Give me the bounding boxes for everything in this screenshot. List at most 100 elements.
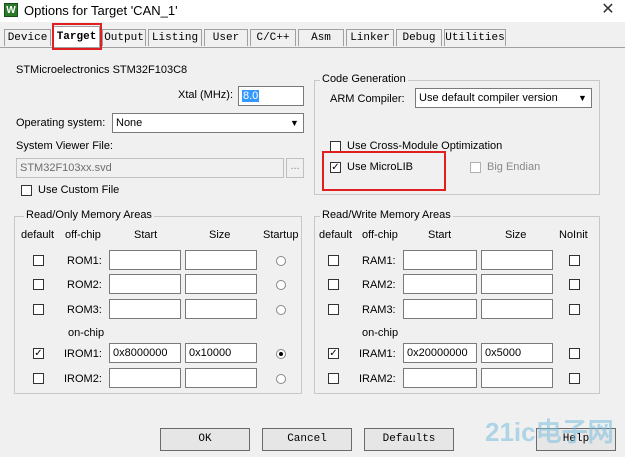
iram2-label: IRAM2: bbox=[359, 373, 396, 385]
irom1-label: IROM1: bbox=[64, 348, 102, 360]
ram2-default-checkbox[interactable] bbox=[328, 279, 339, 290]
ram3-size-input[interactable] bbox=[481, 299, 553, 319]
ro-header-start: Start bbox=[134, 229, 158, 241]
iram2-start-input[interactable] bbox=[403, 368, 477, 388]
svf-input[interactable]: STM32F103xx.svd bbox=[16, 158, 284, 178]
xtal-value: 8.0 bbox=[242, 90, 260, 102]
irom2-start-input[interactable] bbox=[109, 368, 181, 388]
iram1-default-checkbox[interactable]: ✓ bbox=[328, 348, 339, 359]
ro-onchip-label: on-chip bbox=[68, 327, 105, 339]
ok-button[interactable]: OK bbox=[160, 428, 250, 451]
rom2-start-input[interactable] bbox=[109, 274, 181, 294]
cancel-button[interactable]: Cancel bbox=[262, 428, 352, 451]
iram1-noinit-checkbox[interactable] bbox=[569, 348, 580, 359]
tab-output[interactable]: Output bbox=[102, 29, 146, 46]
iram1-size-input[interactable]: 0x5000 bbox=[481, 343, 553, 363]
rom3-label: ROM3: bbox=[67, 304, 102, 316]
big-endian-label: Big Endian bbox=[487, 161, 541, 173]
ram1-start-input[interactable] bbox=[403, 250, 477, 270]
custom-file-checkbox[interactable] bbox=[21, 185, 32, 196]
ram1-size-input[interactable] bbox=[481, 250, 553, 270]
xtal-label: Xtal (MHz): bbox=[178, 89, 233, 101]
ram3-default-checkbox[interactable] bbox=[328, 304, 339, 315]
ram3-start-input[interactable] bbox=[403, 299, 477, 319]
ram1-label: RAM1: bbox=[362, 255, 396, 267]
rom1-label: ROM1: bbox=[67, 255, 102, 267]
tab-c-cpp[interactable]: C/C++ bbox=[250, 29, 296, 46]
rw-header-noinit: NoInit bbox=[559, 229, 588, 241]
ram3-label: RAM3: bbox=[362, 304, 396, 316]
irom1-startup-radio[interactable] bbox=[276, 349, 286, 359]
ram2-start-input[interactable] bbox=[403, 274, 477, 294]
tab-device[interactable]: Device bbox=[4, 29, 51, 46]
ram1-noinit-checkbox[interactable] bbox=[569, 255, 580, 266]
irom1-start-input[interactable]: 0x8000000 bbox=[109, 343, 181, 363]
iram1-label: IRAM1: bbox=[359, 348, 396, 360]
device-name: STMicroelectronics STM32F103C8 bbox=[16, 64, 188, 76]
os-select[interactable]: None ▼ bbox=[112, 113, 304, 133]
close-icon[interactable]: ✕ bbox=[596, 0, 620, 20]
ram2-noinit-checkbox[interactable] bbox=[569, 279, 580, 290]
title-bar: W Options for Target 'CAN_1' ✕ bbox=[0, 0, 625, 22]
rom3-default-checkbox[interactable] bbox=[33, 304, 44, 315]
iram1-start-input[interactable]: 0x20000000 bbox=[403, 343, 477, 363]
microlib-highlight bbox=[322, 151, 446, 191]
rom2-startup-radio[interactable] bbox=[276, 280, 286, 290]
tab-utilities[interactable]: Utilities bbox=[444, 29, 506, 46]
app-icon: W bbox=[4, 3, 18, 17]
chevron-down-icon: ▼ bbox=[290, 118, 299, 128]
ram1-default-checkbox[interactable] bbox=[328, 255, 339, 266]
code-generation-title: Code Generation bbox=[320, 73, 408, 85]
tab-linker[interactable]: Linker bbox=[346, 29, 394, 46]
tab-asm[interactable]: Asm bbox=[298, 29, 344, 46]
os-label: Operating system: bbox=[16, 117, 106, 129]
os-value: None bbox=[116, 117, 143, 129]
rw-header-default: default bbox=[319, 229, 353, 241]
rw-header-size: Size bbox=[505, 229, 527, 241]
iram2-default-checkbox[interactable] bbox=[328, 373, 339, 384]
rom1-size-input[interactable] bbox=[185, 250, 257, 270]
ro-header-startup: Startup bbox=[263, 229, 299, 241]
rom2-label: ROM2: bbox=[67, 279, 102, 291]
rw-onchip-label: on-chip bbox=[362, 327, 399, 339]
irom1-default-checkbox[interactable]: ✓ bbox=[33, 348, 44, 359]
watermark-logo: 21ic电子网 bbox=[485, 417, 614, 447]
irom2-label: IROM2: bbox=[64, 373, 102, 385]
compiler-value: Use default compiler version bbox=[419, 92, 558, 104]
rom3-size-input[interactable] bbox=[185, 299, 257, 319]
tab-debug[interactable]: Debug bbox=[396, 29, 442, 46]
tab-user[interactable]: User bbox=[204, 29, 248, 46]
ro-header-offchip: off-chip bbox=[65, 229, 101, 241]
rom3-start-input[interactable] bbox=[109, 299, 181, 319]
iram2-size-input[interactable] bbox=[481, 368, 553, 388]
big-endian-checkbox[interactable] bbox=[470, 162, 481, 173]
rom1-default-checkbox[interactable] bbox=[33, 255, 44, 266]
ram2-size-input[interactable] bbox=[481, 274, 553, 294]
compiler-label: ARM Compiler: bbox=[330, 93, 405, 105]
irom2-size-input[interactable] bbox=[185, 368, 257, 388]
irom2-default-checkbox[interactable] bbox=[33, 373, 44, 384]
defaults-button[interactable]: Defaults bbox=[364, 428, 454, 451]
ro-memory-title: Read/Only Memory Areas bbox=[24, 209, 154, 221]
irom2-startup-radio[interactable] bbox=[276, 374, 286, 384]
target-tab-highlight bbox=[52, 23, 102, 50]
ro-header-size: Size bbox=[209, 229, 231, 241]
rw-memory-title: Read/Write Memory Areas bbox=[320, 209, 453, 221]
rom1-start-input[interactable] bbox=[109, 250, 181, 270]
browse-button[interactable]: ... bbox=[286, 158, 304, 178]
custom-file-label: Use Custom File bbox=[38, 184, 120, 196]
rom2-default-checkbox[interactable] bbox=[33, 279, 44, 290]
window-title: Options for Target 'CAN_1' bbox=[24, 3, 178, 18]
rom1-startup-radio[interactable] bbox=[276, 256, 286, 266]
rw-header-start: Start bbox=[428, 229, 452, 241]
compiler-select[interactable]: Use default compiler version ▼ bbox=[415, 88, 592, 108]
rw-header-offchip: off-chip bbox=[362, 229, 398, 241]
rom3-startup-radio[interactable] bbox=[276, 305, 286, 315]
iram2-noinit-checkbox[interactable] bbox=[569, 373, 580, 384]
ram3-noinit-checkbox[interactable] bbox=[569, 304, 580, 315]
rom2-size-input[interactable] bbox=[185, 274, 257, 294]
chevron-down-icon: ▼ bbox=[578, 93, 587, 103]
irom1-size-input[interactable]: 0x10000 bbox=[185, 343, 257, 363]
tab-listing[interactable]: Listing bbox=[148, 29, 202, 46]
xtal-input[interactable]: 8.0 bbox=[238, 86, 304, 106]
